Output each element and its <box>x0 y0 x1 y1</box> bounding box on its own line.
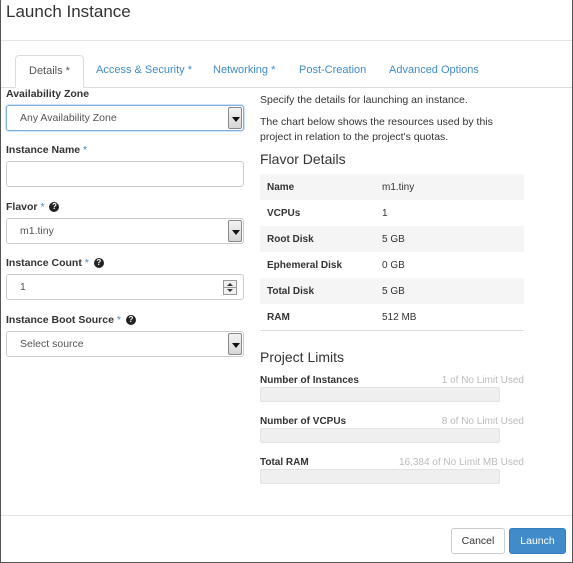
availability-zone-label: Availability Zone <box>6 88 90 100</box>
cancel-button[interactable]: Cancel <box>451 528 505 554</box>
table-row: Total Disk 5 GB <box>260 278 524 304</box>
limit-usage: 16,384 of No Limit MB Used <box>398 457 524 468</box>
launch-button[interactable]: Launch <box>509 528 566 554</box>
flavor-key: Total Disk <box>267 285 315 297</box>
flavor-value: 5 GB <box>382 285 405 297</box>
limit-progress-bar <box>260 469 500 484</box>
help-icon[interactable]: ? <box>93 258 104 268</box>
flavor-value: m1.tiny <box>382 181 415 193</box>
chevron-down-icon[interactable] <box>228 220 242 242</box>
project-limits-title: Project Limits <box>260 349 345 365</box>
limit-progress-bar <box>260 428 500 443</box>
availability-zone-select[interactable]: Any Availability Zone <box>6 105 244 131</box>
limit-name: Total RAM <box>260 457 309 468</box>
instance-count-label-text: Instance Count <box>6 257 82 269</box>
flavor-key: Name <box>267 181 295 193</box>
stepper-divider <box>224 287 236 288</box>
boot-source-label: Instance Boot Source * ? <box>6 314 136 326</box>
table-row: Root Disk 5 GB <box>260 226 524 252</box>
boot-source-select[interactable]: Select source <box>6 331 244 357</box>
flavor-value: 0 GB <box>382 259 405 271</box>
flavor-value: 1 <box>382 207 388 219</box>
tab-advanced-options[interactable]: Advanced Options <box>376 55 492 88</box>
help-icon[interactable]: ? <box>125 315 136 325</box>
boot-source-label-text: Instance Boot Source <box>6 314 114 326</box>
instance-name-label: Instance Name * <box>6 144 87 156</box>
flavor-details-title: Flavor Details <box>260 151 346 167</box>
instance-name-input[interactable] <box>6 161 244 187</box>
instance-count-input[interactable]: 1 <box>6 274 244 300</box>
table-row: RAM 512 MB <box>260 304 524 330</box>
instance-count-label: Instance Count * ? <box>6 257 104 269</box>
flavor-details-table: Name m1.tiny VCPUs 1 Root Disk 5 GB Ephe… <box>260 174 524 331</box>
flavor-label: Flavor * ? <box>6 201 60 213</box>
flavor-select[interactable]: m1.tiny <box>6 218 244 244</box>
required-mark: * <box>83 144 88 156</box>
tab-details[interactable]: Details * <box>15 55 84 88</box>
required-mark: * <box>116 314 121 326</box>
flavor-key: Ephemeral Disk <box>267 259 343 271</box>
required-mark: * <box>40 201 45 213</box>
flavor-label-text: Flavor <box>6 201 38 213</box>
flavor-value: m1.tiny <box>20 225 54 237</box>
limit-progress-bar <box>260 387 500 402</box>
flavor-value: 5 GB <box>382 233 405 245</box>
quota-description-text: The chart below shows the resources used… <box>260 116 493 143</box>
limit-name: Number of Instances <box>260 375 359 386</box>
boot-source-value: Select source <box>20 338 84 350</box>
chevron-down-icon[interactable] <box>228 107 242 129</box>
chevron-down-icon[interactable] <box>228 333 242 355</box>
description-text: Specify the details for launching an ins… <box>260 94 468 106</box>
flavor-key: RAM <box>267 311 290 323</box>
stepper-up-icon[interactable] <box>227 283 233 286</box>
limit-usage: 1 of No Limit Used <box>441 375 524 386</box>
flavor-key: VCPUs <box>267 207 301 219</box>
table-row: Ephemeral Disk 0 GB <box>260 252 524 278</box>
flavor-value: 512 MB <box>382 311 417 323</box>
table-row: VCPUs 1 <box>260 200 524 226</box>
required-mark: * <box>84 257 89 269</box>
stepper-down-icon[interactable] <box>227 289 233 292</box>
limit-usage: 8 of No Limit Used <box>441 416 524 427</box>
footer-divider <box>1 515 572 516</box>
tab-networking[interactable]: Networking * <box>200 55 288 88</box>
limit-name: Number of VCPUs <box>260 416 347 427</box>
launch-instance-modal: Launch Instance Details * Access & Secur… <box>0 0 573 563</box>
flavor-key: Root Disk <box>267 233 314 245</box>
instance-name-label-text: Instance Name <box>6 144 81 156</box>
number-stepper-icon[interactable] <box>223 280 237 295</box>
availability-zone-value: Any Availability Zone <box>20 112 117 124</box>
tab-bar: Details * Access & Security * Networking… <box>15 55 572 88</box>
instance-count-value: 1 <box>20 281 26 293</box>
modal-title: Launch Instance <box>6 2 131 21</box>
header-divider <box>1 40 572 41</box>
tab-access-security[interactable]: Access & Security * <box>83 55 205 88</box>
table-row: Name m1.tiny <box>260 174 524 200</box>
tab-post-creation[interactable]: Post-Creation <box>286 55 379 88</box>
help-icon[interactable]: ? <box>49 202 60 212</box>
